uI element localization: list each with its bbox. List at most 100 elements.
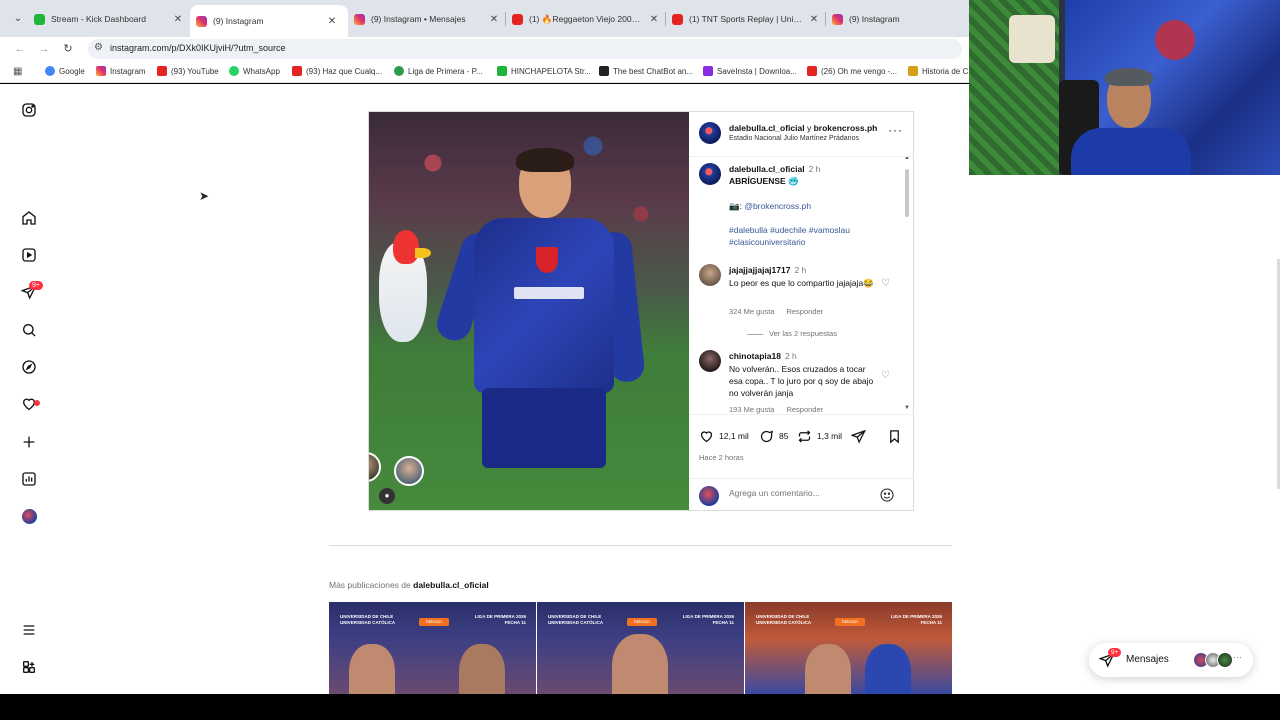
caption-credit: 📷: @brokencross.ph — [729, 200, 889, 212]
comments-scrollbar[interactable] — [905, 169, 909, 217]
bookmark-google[interactable]: Google — [45, 66, 85, 76]
close-tab-icon[interactable]: ✕ — [808, 14, 820, 25]
scroll-down-arrow-icon[interactable]: ▼ — [904, 405, 910, 411]
likes-count[interactable]: 12,1 mil — [719, 431, 749, 441]
more-posts-username[interactable]: dalebulla.cl_oficial — [413, 580, 489, 590]
tab-instagram-3[interactable]: (9) Instagram — [832, 7, 962, 31]
view-replies-button[interactable]: Ver las 2 respuestas — [747, 329, 837, 338]
like-button[interactable]: 12,1 mil — [699, 428, 749, 444]
bookmark-whatsapp[interactable]: WhatsApp — [229, 66, 280, 76]
caption-hashtags[interactable]: #dalebulla #udechile #vamoslau #clasicou… — [729, 224, 899, 248]
tagged-users-icon[interactable]: ● — [379, 488, 395, 504]
author-avatar[interactable] — [699, 122, 721, 144]
scroll-up-arrow-icon[interactable]: ▲ — [904, 157, 910, 161]
bookmark-chatbot[interactable]: The best ChatBot an... — [599, 66, 693, 76]
create-plus-icon[interactable] — [20, 433, 38, 451]
caption-author-avatar[interactable] — [699, 163, 721, 185]
back-arrow-icon[interactable]: ← — [12, 41, 28, 57]
bookmark-haz-que[interactable]: (93) Haz que Cualq... — [292, 66, 382, 76]
post-location[interactable]: Estadio Nacional Julio Martínez Prádanos — [729, 135, 859, 142]
apps-grid-icon[interactable]: ▦ — [13, 66, 22, 77]
tab-tnt-sports[interactable]: (1) TNT Sports Replay | Univers ✕ — [672, 7, 820, 31]
comment-like-heart-icon[interactable]: ♡ — [881, 278, 890, 289]
more-options-icon[interactable]: ··· — [888, 123, 903, 137]
close-tab-icon[interactable]: ✕ — [648, 14, 660, 25]
post-photo[interactable]: ● — [369, 112, 689, 510]
bookmark-oh-me-vengo[interactable]: (26) Oh me vengo -... — [807, 66, 897, 76]
instagram-icon — [832, 13, 843, 25]
bookmark-saveinsta[interactable]: SaveInsta | Downloa... — [703, 66, 797, 76]
bookmark-instagram[interactable]: Instagram — [96, 66, 146, 76]
add-comment-input[interactable]: Agrega un comentario... — [729, 488, 869, 502]
search-icon[interactable] — [20, 321, 38, 339]
thumb-sponsor: betsson — [835, 618, 865, 626]
caption-username[interactable]: dalebulla.cl_oficial — [729, 164, 805, 174]
tagged-user-avatar[interactable] — [394, 456, 424, 486]
url-text[interactable]: instagram.com/p/DXk0IKUjviH/?utm_source — [110, 43, 286, 53]
instagram-logo-icon[interactable] — [20, 101, 38, 119]
menu-hamburger-icon[interactable] — [20, 621, 38, 639]
bookmarks-bar: ▦ Google Instagram (93) YouTube WhatsApp… — [0, 61, 970, 83]
url-field[interactable]: ⚙ instagram.com/p/DXk0IKUjviH/?utm_sourc… — [88, 39, 962, 59]
reels-icon[interactable] — [20, 246, 38, 264]
caption-text: ABRÍGUENSE 🥶 — [729, 176, 799, 186]
comment-meta: 324 Me gusta Responder — [729, 307, 823, 316]
emoji-icon[interactable] — [879, 487, 895, 503]
more-post-thumbnail[interactable]: UNIVERSIDAD DE CHILE UNIVERSIDAD CATÓLIC… — [745, 602, 952, 694]
explore-compass-icon[interactable] — [20, 358, 38, 376]
comment-meta: 193 Me gusta Responder — [729, 405, 823, 414]
dashboard-chart-icon[interactable] — [20, 470, 38, 488]
post-actions: 12,1 mil 85 1,3 mil Hace 2 horas — [689, 414, 914, 474]
reposts-count[interactable]: 1,3 mil — [817, 431, 842, 441]
more-apps-icon[interactable] — [20, 658, 38, 676]
comment-username[interactable]: chinotapia18 — [729, 351, 781, 361]
tagged-user-avatar[interactable] — [369, 452, 381, 482]
forward-arrow-icon[interactable]: → — [36, 41, 52, 57]
credit-link[interactable]: @brokencross.ph — [744, 201, 811, 211]
tab-search-chevron-icon[interactable]: ⌄ — [10, 11, 26, 27]
close-tab-icon[interactable]: ✕ — [172, 14, 184, 25]
comment-reply-button[interactable]: Responder — [786, 405, 823, 414]
streamer-body — [1071, 128, 1191, 175]
youtube-icon — [672, 13, 683, 25]
comment-author: chinotapia18 2 h — [729, 351, 797, 361]
repost-icon — [798, 429, 811, 443]
site-settings-icon[interactable]: ⚙ — [94, 42, 103, 53]
notification-dot — [34, 400, 40, 406]
share-button[interactable] — [851, 428, 871, 444]
comments-list[interactable]: dalebulla.cl_oficial 2 h ABRÍGUENSE 🥶 📷: … — [689, 156, 914, 414]
close-tab-icon[interactable]: ✕ — [326, 16, 338, 27]
close-tab-icon[interactable]: ✕ — [488, 14, 500, 25]
repost-button[interactable]: 1,3 mil — [797, 428, 842, 444]
comments-count[interactable]: 85 — [779, 431, 788, 441]
tab-instagram-mensajes[interactable]: (9) Instagram • Mensajes ✕ — [354, 7, 500, 31]
tab-kick-dashboard[interactable]: Stream - Kick Dashboard ✕ — [34, 7, 184, 31]
comment-likes[interactable]: 193 Me gusta — [729, 405, 774, 414]
comment-username[interactable]: jajajjajjajaj1717 — [729, 265, 790, 275]
tab-reggaeton[interactable]: (1) 🔥Reggaeton Viejo 2000s - ✕ — [512, 7, 660, 31]
profile-avatar[interactable] — [22, 509, 37, 524]
author-username[interactable]: dalebulla.cl_oficial — [729, 123, 805, 133]
messages-button[interactable]: 9+ Mensajes ··· — [1089, 643, 1253, 677]
comment-avatar[interactable] — [699, 264, 721, 286]
coauthor-username[interactable]: brokencross.ph — [814, 123, 878, 133]
comment-likes[interactable]: 324 Me gusta — [729, 307, 774, 316]
comment-text: No volverán.. Esos cruzados a tocar esa … — [729, 364, 874, 398]
bookmark-liga-primera[interactable]: Liga de Primera - P... — [394, 66, 483, 76]
more-post-thumbnail[interactable]: UNIVERSIDAD DE CHILE UNIVERSIDAD CATÓLIC… — [329, 602, 536, 694]
home-icon[interactable] — [20, 209, 38, 227]
comment-like-heart-icon[interactable]: ♡ — [881, 370, 890, 381]
bookmark-label: (93) Haz que Cualq... — [306, 66, 383, 76]
bookmark-youtube[interactable]: (93) YouTube — [157, 66, 219, 76]
comment-button[interactable]: 85 — [759, 428, 788, 444]
comment-reply-button[interactable]: Responder — [786, 307, 823, 316]
bookmark-hinchapelota[interactable]: HINCHAPELOTA Str... — [497, 66, 591, 76]
more-post-thumbnail[interactable]: UNIVERSIDAD DE CHILE UNIVERSIDAD CATÓLIC… — [537, 602, 744, 694]
tab-instagram-active[interactable]: (9) Instagram ✕ — [190, 5, 348, 37]
save-button[interactable] — [887, 428, 907, 444]
bookmark-historia[interactable]: Historia de C — [908, 66, 968, 76]
more-posts-prefix: Más publicaciones de — [329, 580, 411, 590]
reload-icon[interactable]: ↻ — [60, 41, 76, 57]
youtube-icon — [292, 66, 302, 76]
comment-avatar[interactable] — [699, 350, 721, 372]
